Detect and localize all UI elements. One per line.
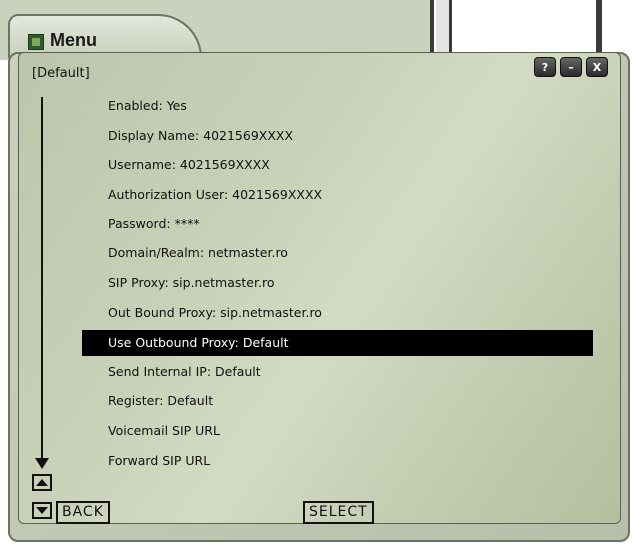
window-controls: ? – X (534, 57, 608, 77)
menu-item-domain-realm[interactable]: Domain/Realm: netmaster.ro (108, 243, 288, 263)
scroll-down-indicator-icon (35, 458, 49, 469)
scroll-down-button[interactable] (32, 502, 52, 519)
minimize-icon[interactable]: – (560, 57, 582, 77)
menu-item-username[interactable]: Username: 4021569XXXX (108, 155, 270, 175)
menu-item-authorization-user[interactable]: Authorization User: 4021569XXXX (108, 185, 322, 205)
menu-item-forward-sip-url[interactable]: Forward SIP URL (108, 451, 210, 471)
scroll-up-button[interactable] (32, 474, 52, 491)
menu-item-enabled[interactable]: Enabled: Yes (108, 96, 187, 116)
menu-item-out-bound-proxy[interactable]: Out Bound Proxy: sip.netmaster.ro (108, 303, 322, 323)
menu-item-register[interactable]: Register: Default (108, 391, 213, 411)
window-title: Menu (50, 30, 97, 50)
menu-item-password[interactable]: Password: **** (108, 214, 200, 234)
menu-item-send-internal-ip[interactable]: Send Internal IP: Default (108, 362, 261, 382)
app-icon (28, 34, 44, 50)
back-button[interactable]: BACK (56, 501, 110, 524)
screen-title: [Default] (32, 66, 90, 81)
menu-item-sip-proxy[interactable]: SIP Proxy: sip.netmaster.ro (108, 273, 274, 293)
select-button[interactable]: SELECT (303, 501, 374, 524)
help-icon[interactable]: ? (534, 57, 556, 77)
menu-item-voicemail-sip-url[interactable]: Voicemail SIP URL (108, 421, 220, 441)
close-icon[interactable]: X (586, 57, 608, 77)
menu-item-display-name[interactable]: Display Name: 4021569XXXX (108, 126, 293, 146)
scroll-track (41, 97, 43, 459)
menu-item-use-outbound-proxy[interactable]: Use Outbound Proxy: Default (82, 330, 593, 356)
